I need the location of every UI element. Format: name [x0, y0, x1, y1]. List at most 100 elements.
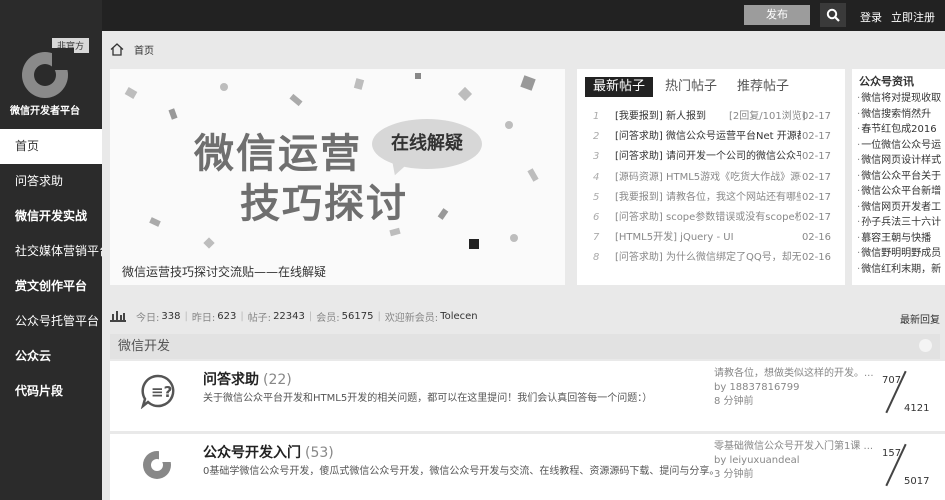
- post-title[interactable]: [我要报到] 新人报到: [615, 107, 725, 127]
- post-rank: 3: [593, 151, 600, 163]
- post-title[interactable]: [问答求助] 为什么微信绑定了QQ号，却无法: [615, 248, 801, 268]
- qa-bubble-icon: ≡?: [140, 374, 175, 409]
- confetti-decoration: [415, 73, 421, 79]
- sidebar-nav: 首页 问答求助 微信开发实战 社交媒体营销平台 赏文创作平台 公众号托管平台 公…: [0, 129, 102, 409]
- latest-reply-link[interactable]: 最新回复: [900, 311, 940, 326]
- tab-recommended-posts[interactable]: 推荐帖子: [729, 77, 797, 97]
- latest-post-author[interactable]: by 18837816799: [714, 381, 874, 395]
- post-date: 02-17: [801, 211, 831, 223]
- register-link[interactable]: 立即注册: [891, 9, 935, 25]
- login-link[interactable]: 登录: [860, 9, 882, 25]
- top-bar: 发布 登录 立即注册: [102, 0, 945, 31]
- news-item[interactable]: 微信公众平台关于: [857, 169, 945, 185]
- logo-mark-icon: [22, 48, 74, 98]
- latest-post-time: 8 分钟前: [714, 396, 754, 407]
- confetti-decoration: [520, 75, 536, 91]
- post-title[interactable]: [源码资源] HTML5游戏《吃货大作战》源码: [615, 168, 801, 188]
- post-item[interactable]: 7 [HTML5开发] jQuery - UI 02-16: [577, 228, 845, 248]
- news-item[interactable]: 孙子兵法三十六计: [857, 215, 945, 231]
- post-title[interactable]: [HTML5开发] jQuery - UI: [615, 228, 801, 248]
- forum-title[interactable]: 公众号开发入门 (53): [203, 442, 334, 462]
- latest-post-author[interactable]: by leiyuxuandeal: [714, 454, 874, 468]
- stats-posts-label: 帖子:: [247, 312, 272, 324]
- news-item[interactable]: 微信将对提现收取: [857, 91, 945, 107]
- confetti-decoration: [353, 78, 365, 90]
- news-item[interactable]: 微信网页开发者工: [857, 200, 945, 216]
- news-item[interactable]: 慕容王朝与快播: [857, 231, 945, 247]
- forum-name[interactable]: 问答求助: [203, 372, 259, 388]
- forum-name[interactable]: 公众号开发入门: [203, 445, 301, 461]
- post-rank: 4: [593, 171, 600, 183]
- news-item[interactable]: 微信野明明野成员: [857, 246, 945, 262]
- news-item[interactable]: 微信公众平台新增: [857, 184, 945, 200]
- confetti-decoration: [149, 217, 161, 227]
- slide-indicator[interactable]: [469, 239, 479, 249]
- post-title[interactable]: [问答求助] scope参数错误或没有scope权限: [615, 208, 801, 228]
- news-item[interactable]: 一位微信公众号运: [857, 138, 945, 154]
- news-item[interactable]: 微信红利末期，新: [857, 262, 945, 278]
- publish-button[interactable]: 发布: [744, 5, 810, 25]
- post-title[interactable]: [我要报到] 请教各位，我这个网站还有哪些: [615, 188, 801, 208]
- forum-latest-post: 请教各位，想做类似这样的开发。... by 18837816799 8 分钟前: [714, 367, 874, 409]
- breadcrumb-home[interactable]: 首页: [134, 42, 154, 57]
- confetti-decoration: [203, 237, 215, 249]
- post-item[interactable]: 2 [问答求助] 微信公众号运营平台Net 开源都 02-17: [577, 127, 845, 147]
- sidebar-item-qa[interactable]: 问答求助: [0, 164, 102, 199]
- post-title[interactable]: [问答求助] 请问开发一个公司的微信公众平: [615, 147, 801, 167]
- site-logo[interactable]: 非官方 微信开发者平台: [0, 0, 102, 125]
- post-item[interactable]: 5 [我要报到] 请教各位，我这个网站还有哪些 02-17: [577, 188, 845, 208]
- sidebar-item-hosting[interactable]: 公众号托管平台: [0, 304, 102, 339]
- post-item[interactable]: 8 [问答求助] 为什么微信绑定了QQ号，却无法 02-16: [577, 248, 845, 268]
- sidebar-item-home[interactable]: 首页: [0, 129, 102, 164]
- post-rank: 5: [593, 191, 600, 203]
- forum-count: (53): [305, 445, 334, 461]
- sidebar-item-snippets[interactable]: 代码片段: [0, 374, 102, 409]
- svg-text:≡?: ≡?: [151, 383, 172, 401]
- sidebar-item-cloud[interactable]: 公众云: [0, 339, 102, 374]
- latest-post-title[interactable]: 零基础微信公众号开发入门第1课 ...: [714, 440, 874, 454]
- forum-row[interactable]: ≡? 问答求助 (22) 关于微信公众平台开发和HTML5开发的相关问题，都可以在…: [110, 361, 945, 431]
- stats-members-label: 会员:: [316, 312, 340, 324]
- post-item[interactable]: 1 [我要报到] 新人报到 [2回复/101浏览] 02-17: [577, 107, 845, 127]
- news-item[interactable]: 微信搜索悄然升: [857, 107, 945, 123]
- forum-latest-post: 零基础微信公众号开发入门第1课 ... by leiyuxuandeal 3 分…: [714, 440, 874, 482]
- post-title[interactable]: [问答求助] 微信公众号运营平台Net 开源都: [615, 127, 801, 147]
- sidebar-item-social-marketing[interactable]: 社交媒体营销平台: [0, 234, 102, 269]
- latest-post-time: 3 分钟前: [714, 469, 754, 480]
- confetti-decoration: [124, 87, 138, 99]
- banner-slide[interactable]: 微信运营 技巧探讨 在线解疑 微信运营技巧探讨交流贴——在线解疑: [110, 69, 565, 285]
- sidebar-item-writing[interactable]: 赏文创作平台: [0, 269, 102, 304]
- post-rank: 7: [593, 232, 600, 244]
- post-item[interactable]: 4 [源码资源] HTML5游戏《吃货大作战》源码 02-17: [577, 168, 845, 188]
- confetti-decoration: [505, 121, 513, 129]
- section-title: 微信开发: [118, 339, 171, 354]
- forum-title[interactable]: 问答求助 (22): [203, 369, 292, 389]
- posts-panel: 最新帖子 热门帖子 推荐帖子 1 [我要报到] 新人报到 [2回复/101浏览] …: [577, 69, 845, 285]
- search-button[interactable]: [820, 3, 846, 27]
- post-list: 1 [我要报到] 新人报到 [2回复/101浏览] 02-17 2 [问答求助] …: [577, 107, 845, 269]
- news-title: 公众号资讯: [859, 75, 914, 88]
- tab-latest-posts[interactable]: 最新帖子: [585, 77, 654, 97]
- post-date: 02-17: [801, 111, 831, 122]
- post-item[interactable]: 3 [问答求助] 请问开发一个公司的微信公众平 02-17: [577, 147, 845, 167]
- post-item[interactable]: 6 [问答求助] scope参数错误或没有scope权限 02-17: [577, 208, 845, 228]
- latest-post-title[interactable]: 请教各位，想做类似这样的开发。...: [714, 367, 874, 381]
- collapse-toggle-icon[interactable]: [919, 339, 932, 352]
- home-icon[interactable]: [110, 42, 124, 56]
- forum-row[interactable]: 公众号开发入门 (53) 0基础学微信公众号开发，傻瓜式微信公众号开发，微信公众号…: [110, 434, 945, 500]
- post-rank: 6: [593, 211, 600, 223]
- banner-caption[interactable]: 微信运营技巧探讨交流贴——在线解疑: [122, 263, 326, 280]
- post-stats: [2回复/101浏览]: [729, 111, 806, 122]
- stats-yesterday-label: 昨日:: [191, 312, 216, 324]
- speech-bubble: 在线解疑: [372, 119, 482, 169]
- sidebar-item-wechat-dev[interactable]: 微信开发实战: [0, 199, 102, 234]
- section-header: 微信开发: [110, 334, 940, 359]
- news-item[interactable]: 春节红包成2016: [857, 122, 945, 138]
- post-rank: 2: [593, 131, 600, 143]
- news-item[interactable]: 微信网页设计样式: [857, 153, 945, 169]
- confetti-decoration: [527, 168, 539, 182]
- confetti-decoration: [389, 227, 401, 237]
- tab-hot-posts[interactable]: 热门帖子: [657, 77, 725, 97]
- stats-posts-value: 22343: [273, 310, 305, 322]
- stats-new-member-link[interactable]: Tolecen: [440, 311, 477, 322]
